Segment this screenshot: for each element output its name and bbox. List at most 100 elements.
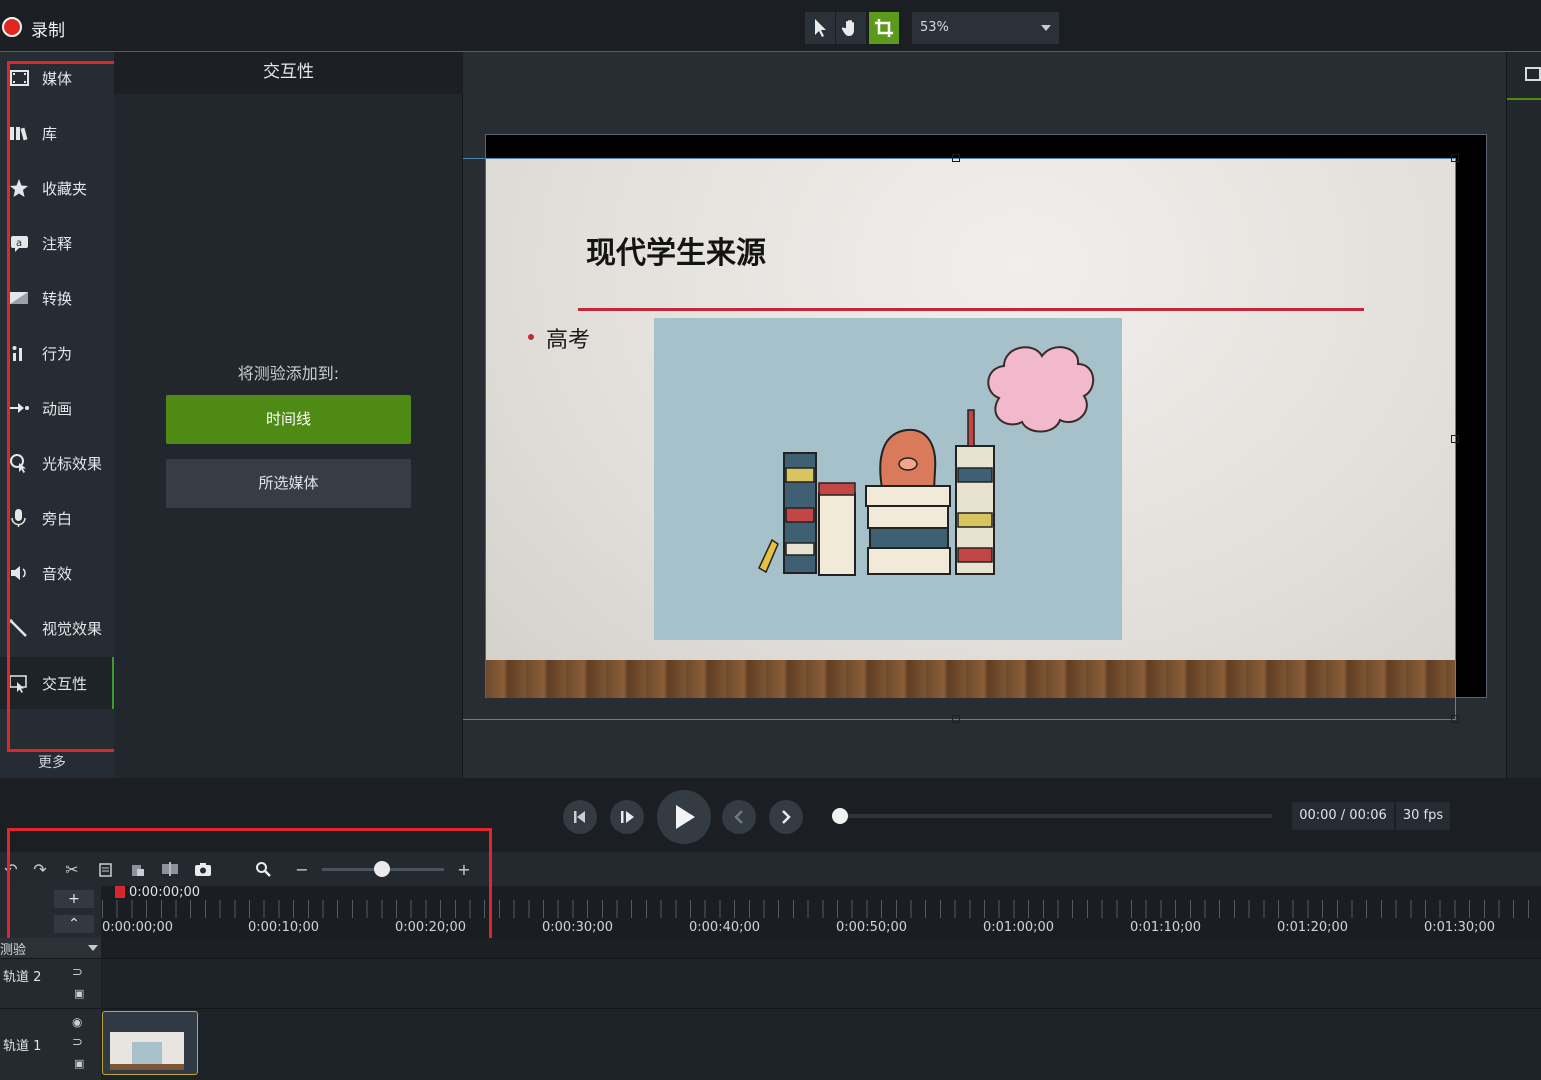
zoom-out-button[interactable]: − <box>291 859 313 879</box>
timeline-zoom-knob[interactable] <box>374 861 390 877</box>
animation-arrow-icon <box>9 403 29 413</box>
tool-item-behaviors[interactable]: 行为 <box>0 327 114 379</box>
books-pig-illustration <box>758 346 1094 576</box>
tool-item-label: 库 <box>42 125 58 143</box>
playback-bar: 00:00 / 00:06 30 fps <box>0 778 1541 852</box>
add-to-selected-media-button[interactable]: 所选媒体 <box>166 459 411 508</box>
redo-button[interactable]: ↷ <box>29 859 51 879</box>
scrub-track[interactable] <box>838 814 1272 818</box>
cut-button[interactable]: ✂ <box>61 859 83 879</box>
zoom-value: 53% <box>920 20 949 35</box>
visibility-icon[interactable]: ⊃ <box>72 965 83 980</box>
chevron-right-icon <box>782 810 791 824</box>
add-quiz-label: 将测验添加到: <box>237 364 340 383</box>
properties-tab-indicator <box>1507 98 1541 100</box>
tool-item-annotations[interactable]: a 注释 <box>0 217 114 269</box>
film-strip-icon[interactable] <box>1525 66 1541 82</box>
tool-item-label: 注释 <box>42 235 73 253</box>
next-marker-button[interactable] <box>769 800 803 834</box>
eye-icon[interactable]: ◉ <box>72 1015 82 1029</box>
ruler-tick-label: 0:00:00;00 <box>102 920 174 935</box>
more-button[interactable]: 更多 <box>38 752 66 772</box>
step-forward-button[interactable] <box>610 800 644 834</box>
pan-tool-button[interactable] <box>836 12 866 44</box>
split-icon <box>162 862 178 876</box>
crop-tool-button[interactable] <box>869 12 899 44</box>
tool-item-label: 视觉效果 <box>42 620 103 638</box>
chevron-down-icon[interactable] <box>88 945 98 951</box>
scrub-knob[interactable] <box>832 808 848 824</box>
playhead[interactable] <box>115 886 125 898</box>
tool-item-cursor-effects[interactable]: 光标效果 <box>0 437 114 489</box>
track-body-1[interactable] <box>102 1008 1541 1080</box>
resize-handle[interactable] <box>1451 154 1459 162</box>
ruler-controls: + ⌃ <box>0 886 101 938</box>
resize-handle[interactable] <box>952 154 960 162</box>
paste-button[interactable] <box>127 859 149 879</box>
copy-button[interactable] <box>94 859 116 879</box>
track-name: 轨道 1 <box>3 1039 42 1054</box>
play-button[interactable] <box>657 790 711 844</box>
tool-item-interactivity[interactable]: 交互性 <box>0 657 114 709</box>
tools-sidebar: 媒体 库 收藏夹 a 注释 转换 行为 动画 光标效果 旁白 音效 视觉效果 交… <box>0 52 114 778</box>
slide-preview[interactable]: 现代学生来源 高考 <box>486 158 1456 698</box>
tool-item-media[interactable]: 媒体 <box>0 52 114 104</box>
plus-icon: + <box>68 891 80 907</box>
tool-item-animations[interactable]: 动画 <box>0 382 114 434</box>
tool-item-library[interactable]: 库 <box>0 107 114 159</box>
tool-item-transitions[interactable]: 转换 <box>0 272 114 324</box>
tool-item-label: 旁白 <box>42 510 73 528</box>
hand-icon <box>841 20 854 36</box>
timeline-ruler[interactable]: + ⌃ 0:00:00;00 0:00:00;00 0:00:10;00 0:0… <box>0 885 1541 938</box>
record-label[interactable]: 录制 <box>31 16 65 41</box>
lock-icon[interactable]: ▣ <box>74 1057 84 1070</box>
ruler-ticks <box>102 900 1541 918</box>
track-body-2[interactable] <box>102 958 1541 1008</box>
tool-item-label: 行为 <box>42 345 73 363</box>
tool-item-voice-narration[interactable]: 旁白 <box>0 492 114 544</box>
tool-item-label: 光标效果 <box>42 455 103 473</box>
collapse-tracks-button[interactable]: ⌃ <box>54 915 94 933</box>
resize-handle[interactable] <box>1451 435 1459 443</box>
redo-icon: ↷ <box>33 859 47 879</box>
track-header-1[interactable]: ◉ 轨道 1 ⊃ ▣ <box>0 1008 101 1080</box>
ruler-tick-label: 0:01:00;00 <box>983 920 1055 935</box>
timeline-toolbar: ↶ ↷ ✂ − + <box>0 852 1541 886</box>
camera-icon <box>195 863 211 876</box>
copy-icon <box>99 863 112 877</box>
bullet-dot <box>528 334 534 340</box>
tool-item-favorites[interactable]: 收藏夹 <box>0 162 114 214</box>
ruler-tick-label: 0:01:30;00 <box>1424 920 1496 935</box>
play-icon <box>676 805 695 829</box>
timeline-tracks: 测验 轨道 2 ⊃ ▣ ◉ 轨道 1 ⊃ ▣ <box>0 938 1541 1080</box>
record-icon[interactable] <box>2 17 22 37</box>
media-clip[interactable] <box>102 1011 198 1075</box>
visibility-icon[interactable]: ⊃ <box>72 1035 83 1050</box>
wood-floor <box>486 660 1456 698</box>
track-name: 轨道 2 <box>3 970 42 985</box>
previous-marker-button[interactable] <box>722 800 756 834</box>
zoom-select[interactable]: 53% <box>912 12 1059 44</box>
lock-icon[interactable]: ▣ <box>74 987 84 1000</box>
select-tool-button[interactable] <box>805 12 835 44</box>
zoom-in-button[interactable]: + <box>453 859 475 879</box>
magic-wand-icon <box>9 619 27 637</box>
quiz-row[interactable]: 测验 <box>0 938 101 958</box>
step-back-button[interactable] <box>563 800 597 834</box>
track-header-2[interactable]: 轨道 2 ⊃ ▣ <box>0 958 101 1008</box>
tool-item-visual-effects[interactable]: 视觉效果 <box>0 602 114 654</box>
add-track-button[interactable]: + <box>54 890 94 908</box>
resize-handle[interactable] <box>952 715 960 723</box>
snapshot-button[interactable] <box>192 859 214 879</box>
tool-item-audio-effects[interactable]: 音效 <box>0 547 114 599</box>
add-to-timeline-button[interactable]: 时间线 <box>166 395 411 444</box>
ruler-tick-label: 0:00:40;00 <box>689 920 761 935</box>
microphone-icon <box>11 509 26 527</box>
undo-button[interactable]: ↶ <box>0 859 22 879</box>
ruler-tick-label: 0:01:20;00 <box>1277 920 1349 935</box>
resize-handle[interactable] <box>1451 715 1459 723</box>
chevron-up-icon: ⌃ <box>68 916 80 932</box>
split-button[interactable] <box>159 859 181 879</box>
zoom-fit-button[interactable] <box>252 859 274 879</box>
paste-icon <box>132 865 144 876</box>
